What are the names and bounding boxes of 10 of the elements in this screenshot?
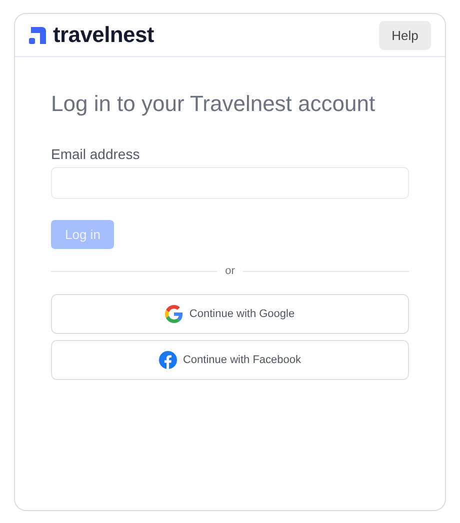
social-login-button[interactable]: Continue with Google bbox=[51, 294, 409, 334]
help-button[interactable]: Help bbox=[379, 20, 431, 50]
brand-name: travelnest bbox=[53, 22, 154, 48]
field-label: Email address bbox=[51, 146, 141, 162]
logo-icon bbox=[29, 26, 47, 44]
social-login-button[interactable]: Continue with Facebook bbox=[51, 340, 409, 380]
page-title: Log in to your Travelnest account bbox=[51, 91, 376, 117]
google-icon bbox=[165, 305, 184, 323]
divider-text: or bbox=[225, 265, 235, 277]
facebook-icon bbox=[158, 351, 177, 369]
